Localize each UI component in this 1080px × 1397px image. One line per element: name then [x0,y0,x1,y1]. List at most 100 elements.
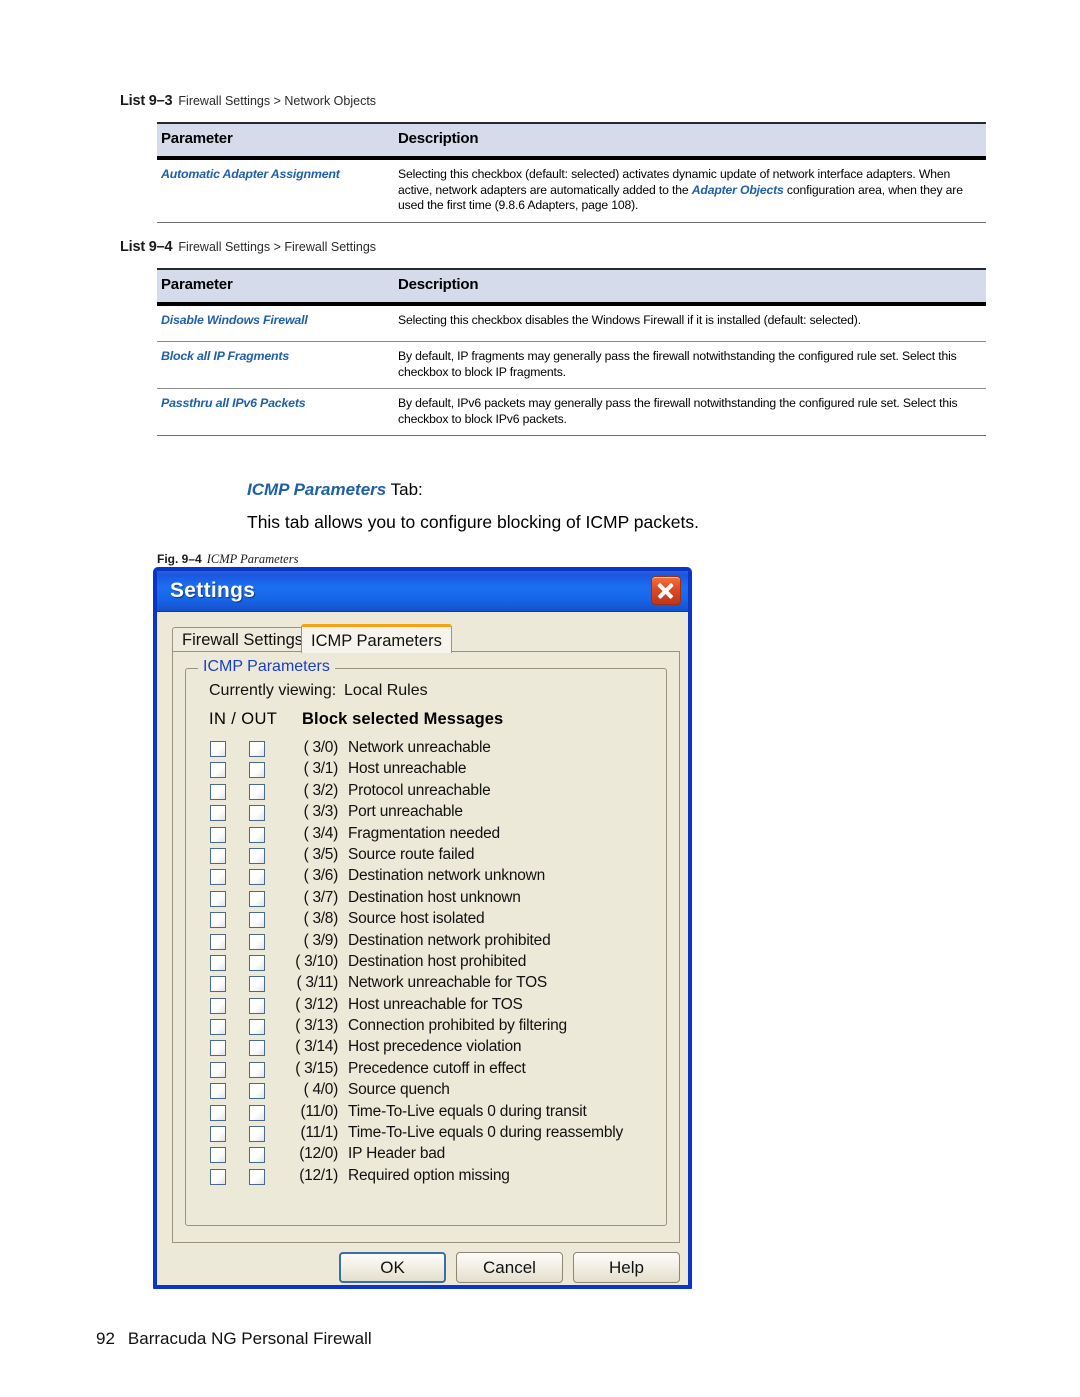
settings-dialog: Settings Firewall Settings ICMP Paramete… [153,567,692,1289]
section-heading-rest: Tab: [386,480,423,499]
table-row: Automatic Adapter Assignment Selecting t… [157,160,986,223]
icmp-message-label: Time-To-Live equals 0 during reassembly [348,1124,624,1142]
checkbox-in[interactable] [210,954,226,971]
icmp-message-code: ( 3/15) [295,1059,338,1077]
icmp-message-label: Destination host unknown [348,888,521,906]
checkbox-out[interactable] [249,805,265,822]
checkbox-in[interactable] [210,783,226,800]
icmp-message-row: ( 4/0) Source quench [186,1081,666,1102]
checkbox-in[interactable] [210,976,226,993]
icmp-message-label: Source route failed [348,845,475,863]
checkbox-in[interactable] [210,826,226,843]
ok-button[interactable]: OK [339,1252,446,1283]
page-footer: 92 Barracuda NG Personal Firewall [96,1329,372,1349]
parameter-description: Selecting this checkbox disables the Win… [398,313,861,327]
close-icon[interactable] [651,576,681,605]
checkbox-out[interactable] [249,1126,265,1143]
icmp-message-code: (12/0) [299,1145,338,1163]
checkbox-in[interactable] [210,741,226,757]
list-breadcrumb: Firewall Settings > Network Objects [178,94,377,108]
checkbox-out[interactable] [249,1061,265,1078]
checkbox-in[interactable] [210,805,226,822]
parameter-description: By default, IPv6 packets may generally p… [398,396,958,426]
tab-panel-icmp-parameters: ICMP Parameters Currently viewing: Local … [172,651,680,1243]
icmp-message-row: ( 3/10) Destination host prohibited [186,953,666,974]
checkbox-out[interactable] [249,1083,265,1100]
icmp-message-row: ( 3/15) Precedence cutoff in effect [186,1060,666,1081]
checkbox-in[interactable] [210,1040,226,1057]
checkbox-out[interactable] [249,997,265,1014]
icmp-message-code: (11/1) [300,1124,338,1142]
checkbox-in[interactable] [210,997,226,1014]
checkbox-out[interactable] [249,762,265,779]
checkbox-in[interactable] [210,1061,226,1078]
icmp-message-row: ( 3/6) Destination network unknown [186,867,666,888]
checkbox-in[interactable] [210,1083,226,1100]
checkbox-in[interactable] [210,762,226,779]
icmp-message-label: Source host isolated [348,910,485,928]
table-row: Disable Windows Firewall Selecting this … [157,306,986,342]
icmp-message-code: ( 3/2) [303,781,339,799]
section-heading: ICMP Parameters Tab: [247,480,423,500]
list-label: List 9–3 [120,93,173,109]
icmp-message-label: Host precedence violation [348,1038,522,1056]
checkbox-in[interactable] [210,847,226,864]
icmp-message-label: Time-To-Live equals 0 during transit [348,1102,587,1120]
list-label: List 9–4 [120,239,173,255]
checkbox-out[interactable] [249,1104,265,1121]
icmp-message-code: ( 3/4) [303,824,339,842]
checkbox-out[interactable] [249,847,265,864]
icmp-message-code: ( 3/3) [303,803,339,821]
icmp-message-code: ( 3/8) [303,910,339,928]
tab-firewall-settings[interactable]: Firewall Settings [172,627,314,652]
section-heading-emphasis: ICMP Parameters [247,480,387,499]
checkbox-in[interactable] [210,1126,226,1143]
checkbox-in[interactable] [210,1168,226,1185]
cancel-button[interactable]: Cancel [456,1252,563,1283]
checkbox-out[interactable] [249,1147,265,1164]
checkbox-in[interactable] [210,933,226,950]
icmp-message-row: (12/0) IP Header bad [186,1145,666,1166]
checkbox-out[interactable] [249,890,265,907]
currently-viewing-row: Currently viewing: Local Rules [209,682,428,700]
document-page: List 9–3 Firewall Settings > Network Obje… [0,0,1080,1397]
checkbox-out[interactable] [249,954,265,971]
icmp-message-row: ( 3/11) Network unreachable for TOS [186,974,666,995]
parameter-description: By default, IP fragments may generally p… [398,349,957,379]
icmp-message-code: ( 3/0) [303,739,339,756]
icmp-message-row: ( 3/13) Connection prohibited by filterin… [186,1017,666,1038]
icmp-message-row: ( 3/12) Host unreachable for TOS [186,996,666,1017]
icmp-message-label: Required option missing [348,1166,510,1184]
icmp-message-code: ( 4/0) [303,1081,339,1099]
checkbox-out[interactable] [249,1040,265,1057]
icmp-message-code: ( 3/9) [303,931,339,949]
column-header-parameter: Parameter [161,276,233,293]
checkbox-out[interactable] [249,741,265,757]
checkbox-out[interactable] [249,933,265,950]
checkbox-out[interactable] [249,1019,265,1036]
checkbox-in[interactable] [210,912,226,929]
checkbox-in[interactable] [210,1104,226,1121]
icmp-message-row: (11/1) Time-To-Live equals 0 during reass… [186,1124,666,1145]
icmp-message-row: ( 3/7) Destination host unknown [186,889,666,910]
icmp-message-label: IP Header bad [348,1145,446,1163]
tab-strip: Firewall Settings ICMP Parameters [172,624,680,653]
checkbox-out[interactable] [249,976,265,993]
checkbox-in[interactable] [210,1019,226,1036]
icmp-message-code: ( 3/14) [295,1038,338,1056]
icmp-message-label: Protocol unreachable [348,781,491,799]
currently-viewing-label: Currently viewing: [209,682,337,699]
checkbox-out[interactable] [249,826,265,843]
icmp-message-label: Host unreachable [348,760,467,778]
checkbox-out[interactable] [249,869,265,886]
checkbox-in[interactable] [210,1147,226,1164]
checkbox-out[interactable] [249,1168,265,1185]
dialog-titlebar[interactable]: Settings [157,571,688,612]
checkbox-in[interactable] [210,890,226,907]
tab-icmp-parameters[interactable]: ICMP Parameters [301,624,452,653]
checkbox-in[interactable] [210,869,226,886]
checkbox-out[interactable] [249,783,265,800]
help-button[interactable]: Help [573,1252,680,1283]
checkbox-out[interactable] [249,912,265,929]
icmp-message-code: (11/0) [300,1102,338,1120]
